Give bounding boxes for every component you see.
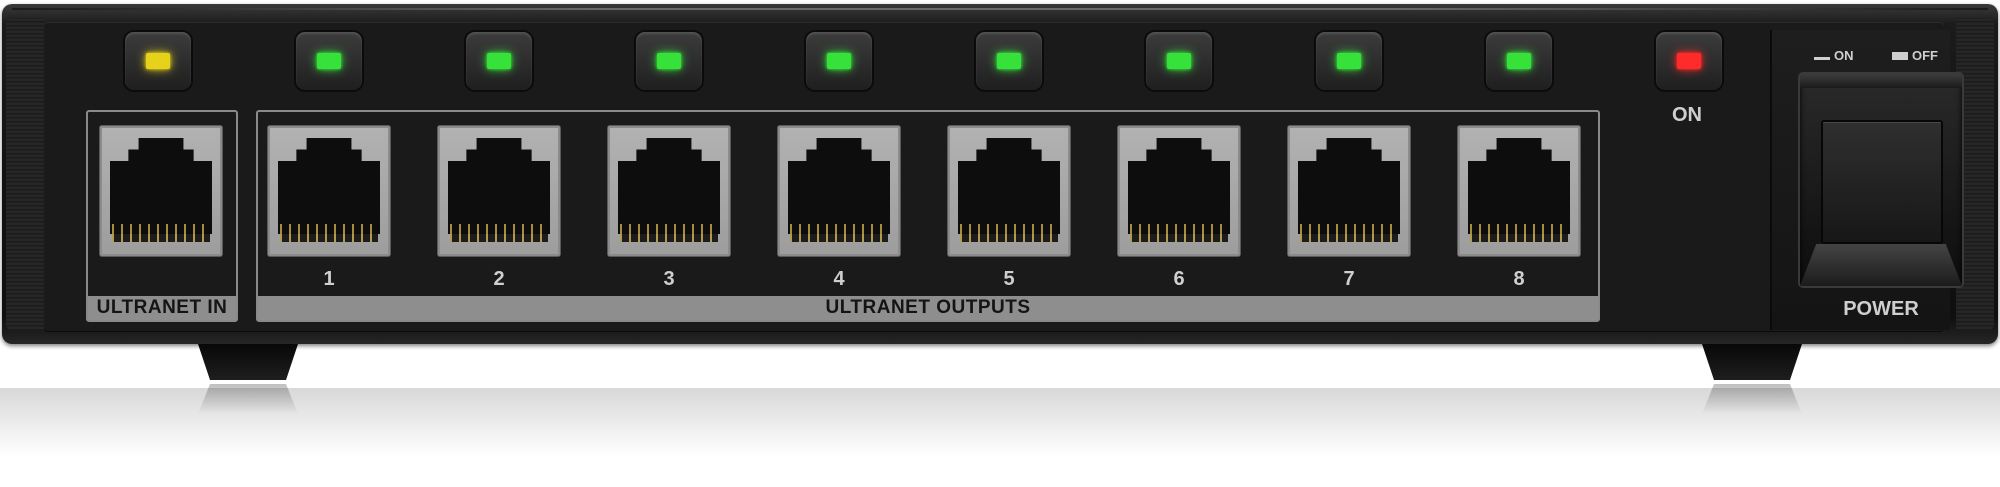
chassis-top-edge [12, 8, 1988, 10]
switch-off-icon [1892, 51, 1908, 60]
rj45-socket [1298, 138, 1400, 234]
rj45-pins [1130, 224, 1228, 242]
rj45-socket [110, 138, 212, 234]
switch-legend-on: ON [1814, 48, 1854, 63]
power-label: POWER [1843, 298, 1919, 320]
left-foot [198, 344, 298, 380]
rj45-pins [960, 224, 1058, 242]
output-port-number: 5 [1003, 268, 1015, 290]
led-lamp-1 [317, 53, 341, 69]
led-lamp-3 [657, 53, 681, 69]
switch-legend-off-text: OFF [1912, 48, 1938, 63]
led-output-5 [976, 32, 1042, 90]
power-switch-button[interactable] [1821, 120, 1943, 244]
led-output-2 [466, 32, 532, 90]
led-lamp-2 [487, 53, 511, 69]
output-port-number: 3 [663, 268, 675, 290]
led-output-1 [296, 32, 362, 90]
output-port-number: 1 [323, 268, 335, 290]
led-lamp-4 [827, 53, 851, 69]
ultranet-outputs-label: ULTRANET OUTPUTS [258, 296, 1598, 320]
rj45-socket [448, 138, 550, 234]
left-side-panel [6, 18, 44, 330]
rj45-pins [450, 224, 548, 242]
output-port-1[interactable] [268, 126, 390, 256]
output-port-number: 8 [1513, 268, 1525, 290]
rj45-socket [278, 138, 380, 234]
switch-legend-on-text: ON [1834, 48, 1854, 63]
output-port-number: 6 [1173, 268, 1185, 290]
led-lamp-6 [1167, 53, 1191, 69]
output-port-5[interactable] [948, 126, 1070, 256]
led-output-8 [1486, 32, 1552, 90]
led-ultranet-in [125, 32, 191, 90]
led-output-7 [1316, 32, 1382, 90]
output-port-6[interactable] [1118, 126, 1240, 256]
switch-legend-off: OFF [1892, 48, 1938, 63]
rj45-pins [790, 224, 888, 242]
output-port-7[interactable] [1288, 126, 1410, 256]
rj45-socket [788, 138, 890, 234]
led-lamp-in [146, 53, 170, 69]
power-led-label: ON [1672, 104, 1702, 126]
rj45-socket [1128, 138, 1230, 234]
rj45-socket [618, 138, 720, 234]
right-foot-reflection [1702, 384, 1802, 414]
right-foot [1702, 344, 1802, 380]
output-port-2[interactable] [438, 126, 560, 256]
output-port-4[interactable] [778, 126, 900, 256]
led-output-4 [806, 32, 872, 90]
led-lamp-7 [1337, 53, 1361, 69]
led-power [1656, 32, 1722, 90]
rj45-pins [112, 224, 210, 242]
led-lamp-power [1677, 53, 1701, 69]
led-lamp-5 [997, 53, 1021, 69]
rj45-socket [958, 138, 1060, 234]
rj45-pins [1470, 224, 1568, 242]
rj45-pins [1300, 224, 1398, 242]
rj45-pins [280, 224, 378, 242]
led-output-6 [1146, 32, 1212, 90]
ultranet-in-port[interactable] [100, 126, 222, 256]
output-port-3[interactable] [608, 126, 730, 256]
output-port-8[interactable] [1458, 126, 1580, 256]
output-port-number: 4 [833, 268, 845, 290]
left-foot-reflection [198, 384, 298, 414]
output-port-number: 2 [493, 268, 505, 290]
rj45-pins [620, 224, 718, 242]
power-switch-housing [1800, 74, 1962, 286]
rj45-socket [1468, 138, 1570, 234]
switch-top-lip [1800, 74, 1962, 88]
switch-on-icon [1814, 52, 1830, 60]
led-output-3 [636, 32, 702, 90]
surface-reflection [0, 388, 2000, 487]
output-port-number: 7 [1343, 268, 1355, 290]
switch-bottom-lip [1800, 244, 1962, 286]
ultranet-in-label: ULTRANET IN [88, 296, 236, 320]
led-lamp-8 [1507, 53, 1531, 69]
